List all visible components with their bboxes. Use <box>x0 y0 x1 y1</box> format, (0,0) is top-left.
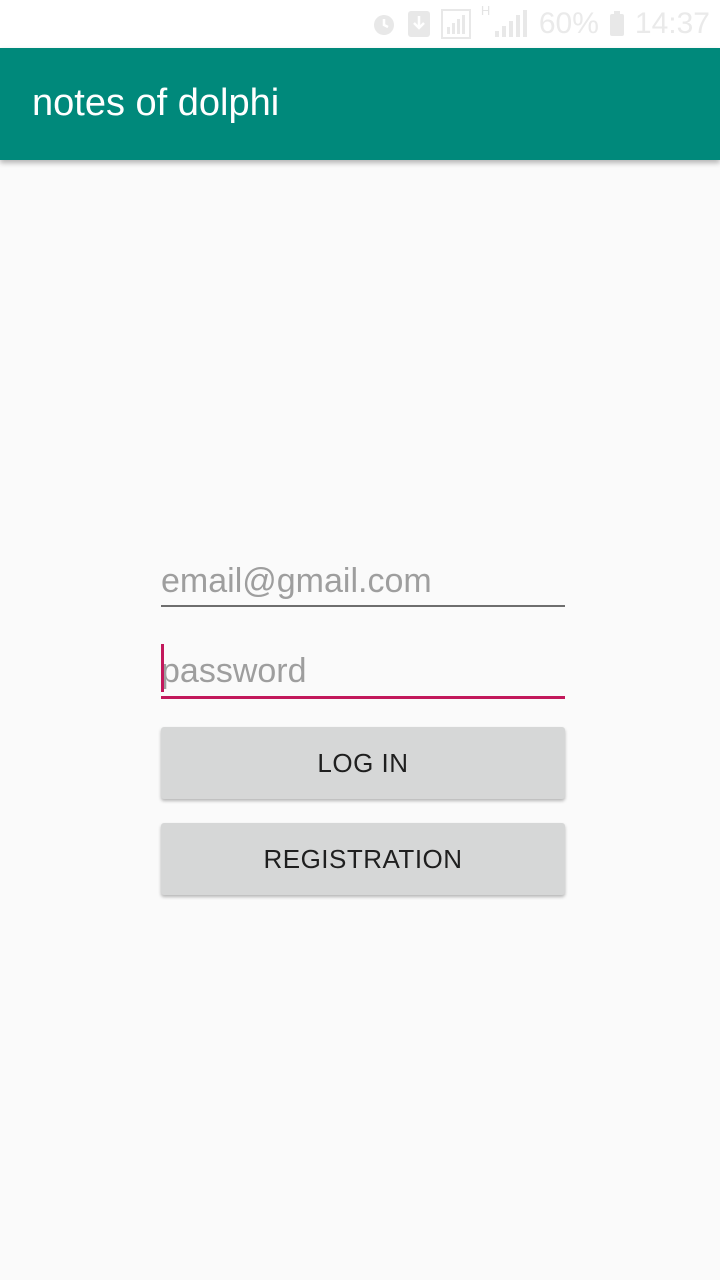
app-title: notes of dolphi <box>32 82 280 124</box>
signal-box-icon <box>440 9 471 39</box>
password-field[interactable] <box>161 648 565 694</box>
status-icons: H 60% 14:37 <box>371 3 710 42</box>
cellular-signal-icon: H <box>481 3 529 39</box>
registration-button[interactable]: REGISTRATION <box>161 823 565 895</box>
password-field-container <box>161 644 565 699</box>
text-cursor <box>161 644 164 692</box>
download-icon <box>407 10 431 38</box>
login-button[interactable]: LOG IN <box>161 727 565 799</box>
email-field[interactable] <box>161 558 565 604</box>
password-underline <box>161 696 565 699</box>
login-screen: H 60% 14:37 notes of dolphi email@gmail.… <box>0 0 720 1280</box>
email-underline <box>161 605 565 607</box>
registration-button-label: REGISTRATION <box>263 843 463 874</box>
email-field-container <box>161 558 565 607</box>
status-bar: H 60% 14:37 <box>0 0 720 48</box>
login-button-label: LOG IN <box>317 747 409 778</box>
app-bar: notes of dolphi <box>0 48 720 160</box>
network-type-label: H <box>480 3 491 18</box>
status-time: 14:37 <box>634 7 710 40</box>
alarm-icon <box>371 11 397 37</box>
battery-percent: 60% <box>538 7 599 40</box>
battery-icon <box>609 11 625 37</box>
